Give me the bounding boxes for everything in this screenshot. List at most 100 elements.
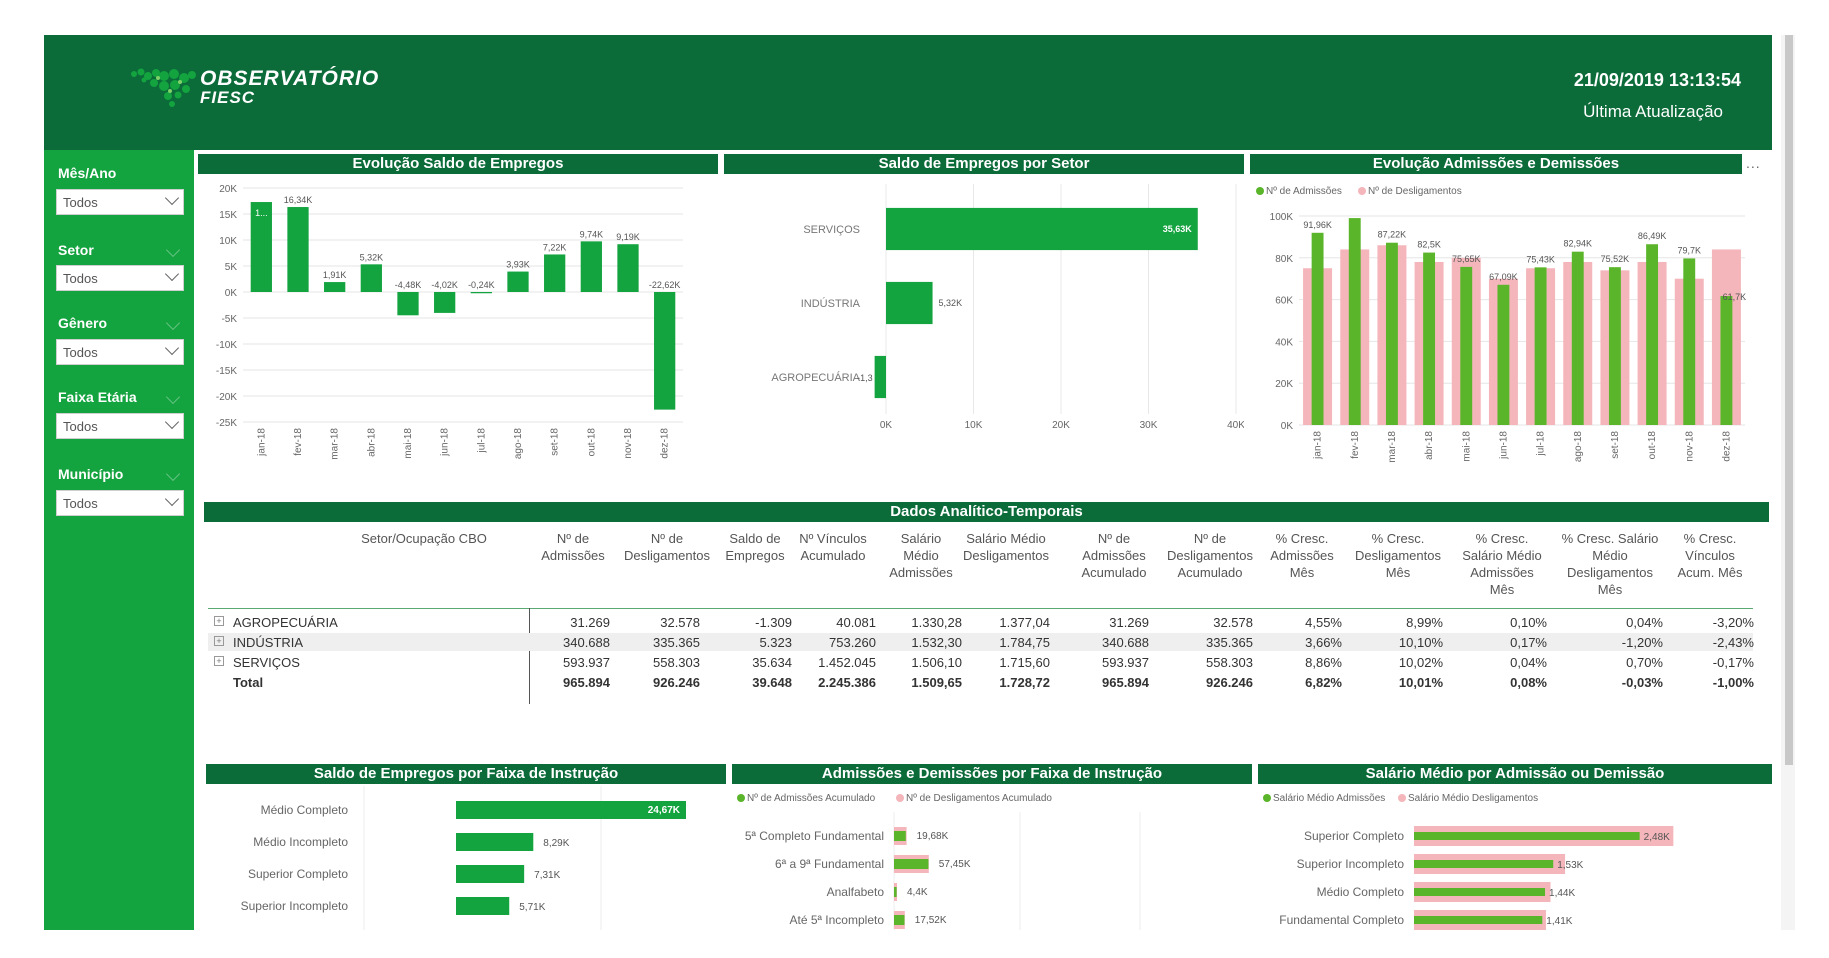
row-label[interactable]: SERVIÇOS [233,655,300,670]
legend-marker-admissoes [1256,187,1264,195]
filter-dropdown-mes-ano[interactable]: Todos [56,189,184,215]
filter-sidebar: Mês/Ano Todos Setor Todos Gênero Todos F… [44,150,194,930]
data-label: 2,48K [1644,832,1670,843]
y-tick-label: -15K [216,366,237,377]
x-tick-label: 40K [1227,420,1244,431]
y-category-label: Médio Completo [261,803,349,817]
expand-plus-icon[interactable]: + [214,616,224,626]
table-cell: 10,02% [1398,655,1443,670]
bar-admissoes [1414,860,1554,868]
chevron-down-icon[interactable] [165,389,181,405]
data-label: 7,22K [543,242,567,252]
y-tick-label: 10K [219,236,237,247]
x-tick-label: abr-18 [1424,431,1435,460]
row-label[interactable]: AGROPECUÁRIA [233,615,338,630]
more-options-icon[interactable]: ... [1746,155,1761,171]
y-tick-label: 5K [225,262,238,273]
data-label: 79,7K [1677,245,1701,255]
data-label: 91,96K [1303,220,1332,230]
total-cell: 6,82% [1305,675,1342,690]
legend-label: Nº de Desligamentos Acumulado [906,793,1052,804]
filter-dropdown-setor[interactable]: Todos [56,265,184,291]
x-tick-label: out-18 [586,428,597,457]
data-label: 1,41K [1546,916,1572,927]
data-label: 87,22K [1378,230,1407,240]
bar-admissoes [1311,232,1324,425]
total-cell: 0,08% [1510,675,1547,690]
total-label: Total [233,675,264,690]
y-category-label: Médio Incompleto [253,835,348,849]
x-tick-label: mar-18 [330,428,341,460]
table-title: Dados Analítico-Temporais [204,502,1769,522]
bar [456,833,534,851]
filter-value: Todos [63,271,98,286]
filter-label-faixa-etaria: Faixa Etária [58,389,137,405]
bar-admissoes [1683,258,1696,425]
table-cell: 1.377,04 [999,615,1050,630]
filter-label-municipio: Município [58,466,124,482]
chevron-down-icon [164,414,180,430]
header-text: % Cresc. [1683,531,1737,546]
filter-value: Todos [63,345,98,360]
chart-title-salario: Salário Médio por Admissão ou Demissão [1258,764,1772,784]
y-tick-label: -10K [216,340,237,351]
data-label: -4,02K [431,280,458,290]
chevron-down-icon[interactable] [165,315,181,331]
bar [397,292,419,316]
chart-title-adm-dem-instrucao: Admissões e Demissões por Faixa de Instr… [732,764,1252,784]
bar-admissoes [894,831,906,841]
expand-plus-icon[interactable]: + [214,636,224,646]
y-category-label: Fundamental Completo [1279,913,1404,927]
expand-plus-icon[interactable]: + [214,656,224,666]
bar-admissoes [1571,251,1584,425]
bar [470,292,492,294]
data-label: 75,43K [1526,254,1555,264]
y-category-label: Médio Completo [1317,885,1405,899]
chevron-down-icon[interactable] [165,242,181,258]
table-header-cell[interactable]: Setor/Ocupação CBO [344,530,504,547]
scrollbar-thumb[interactable] [1785,35,1793,765]
legend-label: Salário Médio Desligamentos [1408,793,1538,804]
x-tick-label: jun-18 [440,428,451,457]
y-tick-label: 20K [1275,379,1293,390]
x-tick-label: nov-18 [623,428,634,459]
filter-value: Todos [63,419,98,434]
y-tick-label: 0K [1281,421,1294,432]
bar [287,207,309,292]
total-cell: 10,01% [1398,675,1443,690]
table-cell: -0,17% [1712,655,1754,670]
table-cell: 8,99% [1406,615,1443,630]
data-label: -22,62K [649,280,681,290]
chart-title-saldo-evolucao: Evolução Saldo de Empregos [198,154,718,174]
bar-admissoes [1497,284,1510,425]
x-tick-label: dez-18 [660,428,671,459]
y-tick-label: -5K [221,314,237,325]
y-category-label: 5ª Completo Fundamental [745,829,884,843]
header-text: Acum. Mês [1677,565,1743,580]
filter-dropdown-municipio[interactable]: Todos [56,490,184,516]
data-label: 61,7K [1723,292,1747,302]
bar-admissoes [894,859,929,869]
table-cell: 3,66% [1305,635,1342,650]
data-label: 75,52K [1601,254,1630,264]
x-tick-label: ago-18 [513,428,524,460]
bar-admissoes [894,887,897,897]
logo-icon [131,68,196,107]
data-label: 1,53K [1557,860,1583,871]
y-tick-label: 0K [225,288,238,299]
table-cell: 31.269 [1109,615,1149,630]
chevron-down-icon[interactable] [165,466,181,482]
data-label: 1... [255,208,268,218]
filter-dropdown-genero[interactable]: Todos [56,339,184,365]
bar [580,241,602,292]
data-label: -0,24K [468,280,495,290]
filter-dropdown-faixa-etaria[interactable]: Todos [56,413,184,439]
y-tick-label: 60K [1275,296,1293,307]
header-text: Vínculos [1685,548,1735,563]
filter-value: Todos [63,496,98,511]
data-label: 57,45K [939,859,971,870]
table-header-cell[interactable]: % Cresc. Vínculos Acum. Mês [1630,530,1790,581]
chart-title-saldo-setor: Saldo de Empregos por Setor [724,154,1244,174]
row-label[interactable]: INDÚSTRIA [233,635,303,650]
table-cell: 340.688 [1102,635,1149,650]
